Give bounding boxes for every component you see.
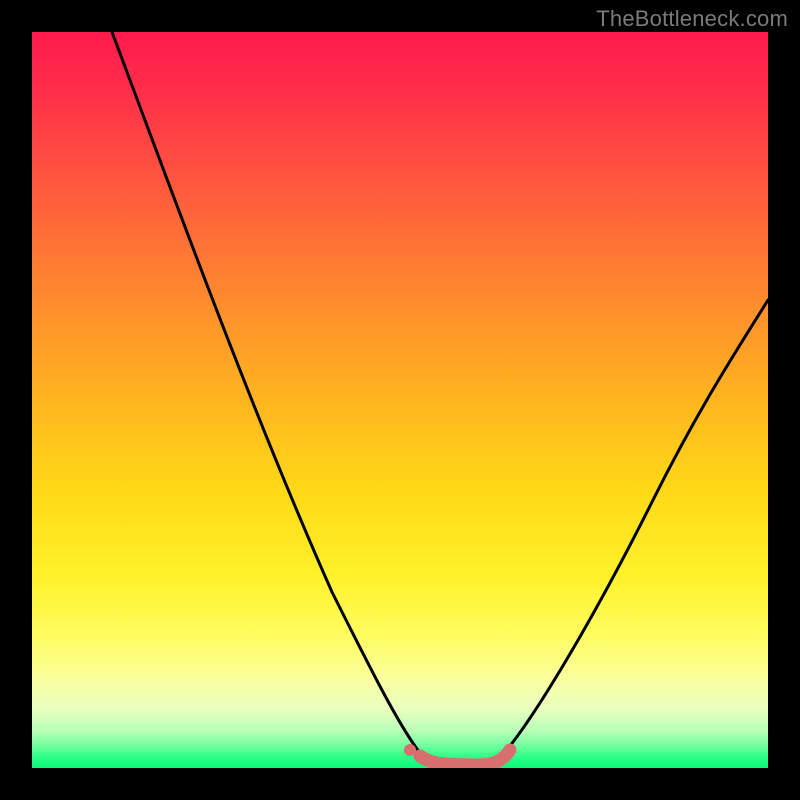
chart-stage: TheBottleneck.com bbox=[0, 0, 800, 800]
plot-area bbox=[32, 32, 768, 768]
watermark-text: TheBottleneck.com bbox=[596, 6, 788, 32]
curve-left-branch bbox=[112, 32, 424, 758]
curve-layer bbox=[32, 32, 768, 768]
left-end-dot-icon bbox=[404, 744, 416, 756]
curve-right-branch bbox=[500, 300, 768, 758]
bottleneck-band bbox=[420, 750, 510, 765]
